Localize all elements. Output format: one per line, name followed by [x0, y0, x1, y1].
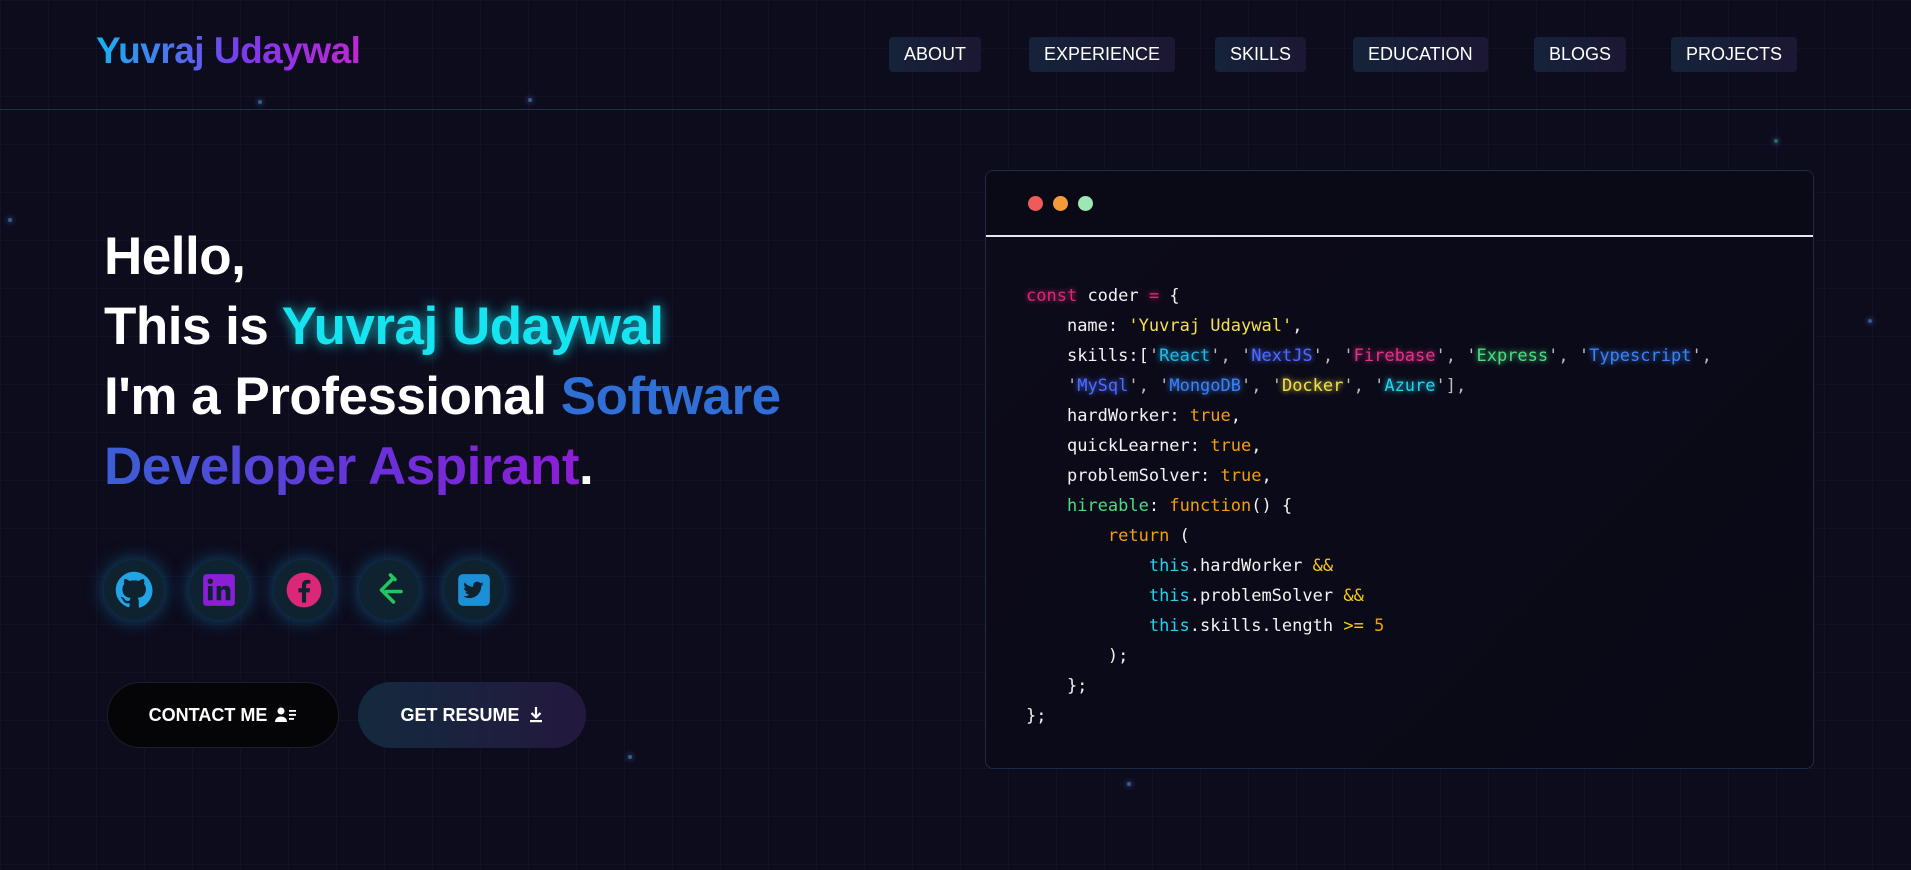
github-icon	[115, 571, 153, 608]
name-value: Yuvraj Udaywal	[1138, 316, 1282, 336]
const-keyword: const	[1026, 286, 1078, 306]
linkedin-link[interactable]	[189, 560, 249, 620]
hardworker-key: hardWorker	[1066, 406, 1170, 426]
code-line: this.skills.length >= 5	[1026, 611, 1712, 641]
bool-value: true	[1220, 466, 1262, 486]
hero-role-line: I'm a Professional Software	[104, 362, 781, 432]
code-line: this.hardWorker &&	[1148, 556, 1334, 576]
return-keyword: return	[1107, 526, 1170, 546]
hero-greeting: Hello,	[104, 227, 246, 286]
ge-operator: >=	[1343, 616, 1364, 636]
code-line: quickLearner: true,	[1066, 436, 1262, 456]
contact-me-button[interactable]: CONTACT ME	[107, 682, 339, 748]
background-star	[8, 218, 12, 222]
code-line: 'MySql', 'MongoDB', 'Docker', 'Azure'],	[1066, 376, 1467, 396]
problemsolver-ref: problemSolver	[1200, 586, 1334, 606]
window-minimize-dot	[1053, 196, 1068, 211]
code-window: const coder = { name: 'Yuvraj Udaywal', …	[985, 170, 1814, 769]
skill-item: MySql	[1077, 376, 1129, 396]
code-line: };	[1026, 706, 1047, 726]
code-line: const coder = {	[1026, 286, 1180, 306]
code-window-titlebar	[986, 171, 1813, 237]
code-line: hardWorker: true,	[1066, 406, 1241, 426]
hireable-key: hireable	[1066, 496, 1149, 516]
code-line: skills:['React', 'NextJS', 'Firebase', '…	[1066, 346, 1712, 366]
this-keyword: this	[1148, 616, 1190, 636]
get-resume-button[interactable]: GET RESUME	[358, 682, 586, 748]
hardworker-ref: hardWorker	[1200, 556, 1303, 576]
site-header: Yuvraj Udaywal ABOUT EXPERIENCE SKILLS E…	[0, 0, 1911, 110]
nav-projects[interactable]: PROJECTS	[1671, 37, 1798, 72]
twitter-icon	[458, 574, 490, 606]
code-line: );	[1026, 646, 1129, 666]
linkedin-icon	[203, 574, 235, 606]
contact-me-label: CONTACT ME	[148, 704, 268, 725]
var-name: coder	[1087, 286, 1139, 306]
quicklearner-key: quickLearner	[1066, 436, 1190, 456]
user-contact-icon	[275, 707, 297, 722]
hero-heading: Hello, This is Yuvraj Udaywal I'm a Prof…	[104, 222, 781, 502]
and-operator: &&	[1312, 556, 1334, 576]
function-keyword: function	[1169, 496, 1252, 516]
skill-item: Azure	[1384, 376, 1436, 396]
twitter-link[interactable]	[444, 560, 504, 620]
nav-about[interactable]: ABOUT	[889, 37, 982, 72]
hero-intro-prefix: This is	[104, 297, 282, 356]
problemsolver-key: problemSolver	[1066, 466, 1201, 486]
code-line: hireable: function() {	[1066, 496, 1293, 516]
download-icon	[529, 707, 542, 723]
hero-intro-line: This is Yuvraj Udaywal	[104, 292, 781, 362]
github-link[interactable]	[104, 560, 164, 620]
nav-skills[interactable]: SKILLS	[1215, 37, 1307, 72]
background-star	[1774, 139, 1778, 143]
leetcode-icon	[379, 573, 403, 604]
bool-value: true	[1210, 436, 1252, 456]
skills-key: skills	[1066, 346, 1129, 366]
background-star	[628, 755, 632, 759]
background-star	[1127, 782, 1131, 786]
skill-item: MongoDB	[1169, 376, 1241, 396]
this-keyword: this	[1148, 586, 1190, 606]
facebook-icon	[286, 572, 322, 608]
skill-item: React	[1159, 346, 1211, 366]
nav-education[interactable]: EDUCATION	[1353, 37, 1488, 72]
leetcode-link[interactable]	[359, 560, 419, 620]
get-resume-label: GET RESUME	[400, 704, 520, 725]
code-snippet: const coder = { name: 'Yuvraj Udaywal', …	[1026, 281, 1712, 731]
hero-role-line-2: Developer Aspirant.	[104, 432, 781, 502]
hero-role-prefix: I'm a Professional	[104, 367, 561, 426]
code-line: this.problemSolver &&	[1148, 586, 1364, 606]
and-operator: &&	[1343, 586, 1364, 606]
this-keyword: this	[1148, 556, 1190, 576]
number-value: 5	[1374, 616, 1385, 636]
skills-length-ref: .skills.length	[1189, 616, 1334, 636]
site-logo[interactable]: Yuvraj Udaywal	[96, 30, 361, 72]
hero-period: .	[579, 437, 594, 496]
skill-item: Typescript	[1589, 346, 1692, 366]
nav-blogs[interactable]: BLOGS	[1534, 37, 1627, 72]
hero-role-developer: Developer Aspirant	[104, 437, 580, 496]
background-star	[1868, 319, 1872, 323]
code-line: name: 'Yuvraj Udaywal',	[1066, 316, 1303, 336]
facebook-link[interactable]	[274, 560, 334, 620]
hero-role-software: Software	[560, 367, 781, 426]
code-line: };	[1026, 676, 1088, 696]
name-key: name	[1066, 316, 1108, 336]
code-line: return (	[1107, 526, 1190, 546]
window-maximize-dot	[1078, 196, 1093, 211]
code-line: problemSolver: true,	[1066, 466, 1272, 486]
bool-value: true	[1189, 406, 1231, 426]
window-close-dot	[1028, 196, 1043, 211]
skill-item: Docker	[1281, 376, 1344, 396]
skill-item: NextJS	[1251, 346, 1313, 366]
skill-item: Express	[1476, 346, 1549, 366]
nav-experience[interactable]: EXPERIENCE	[1029, 37, 1176, 72]
hero-name: Yuvraj Udaywal	[281, 297, 664, 356]
skill-item: Firebase	[1353, 346, 1436, 366]
